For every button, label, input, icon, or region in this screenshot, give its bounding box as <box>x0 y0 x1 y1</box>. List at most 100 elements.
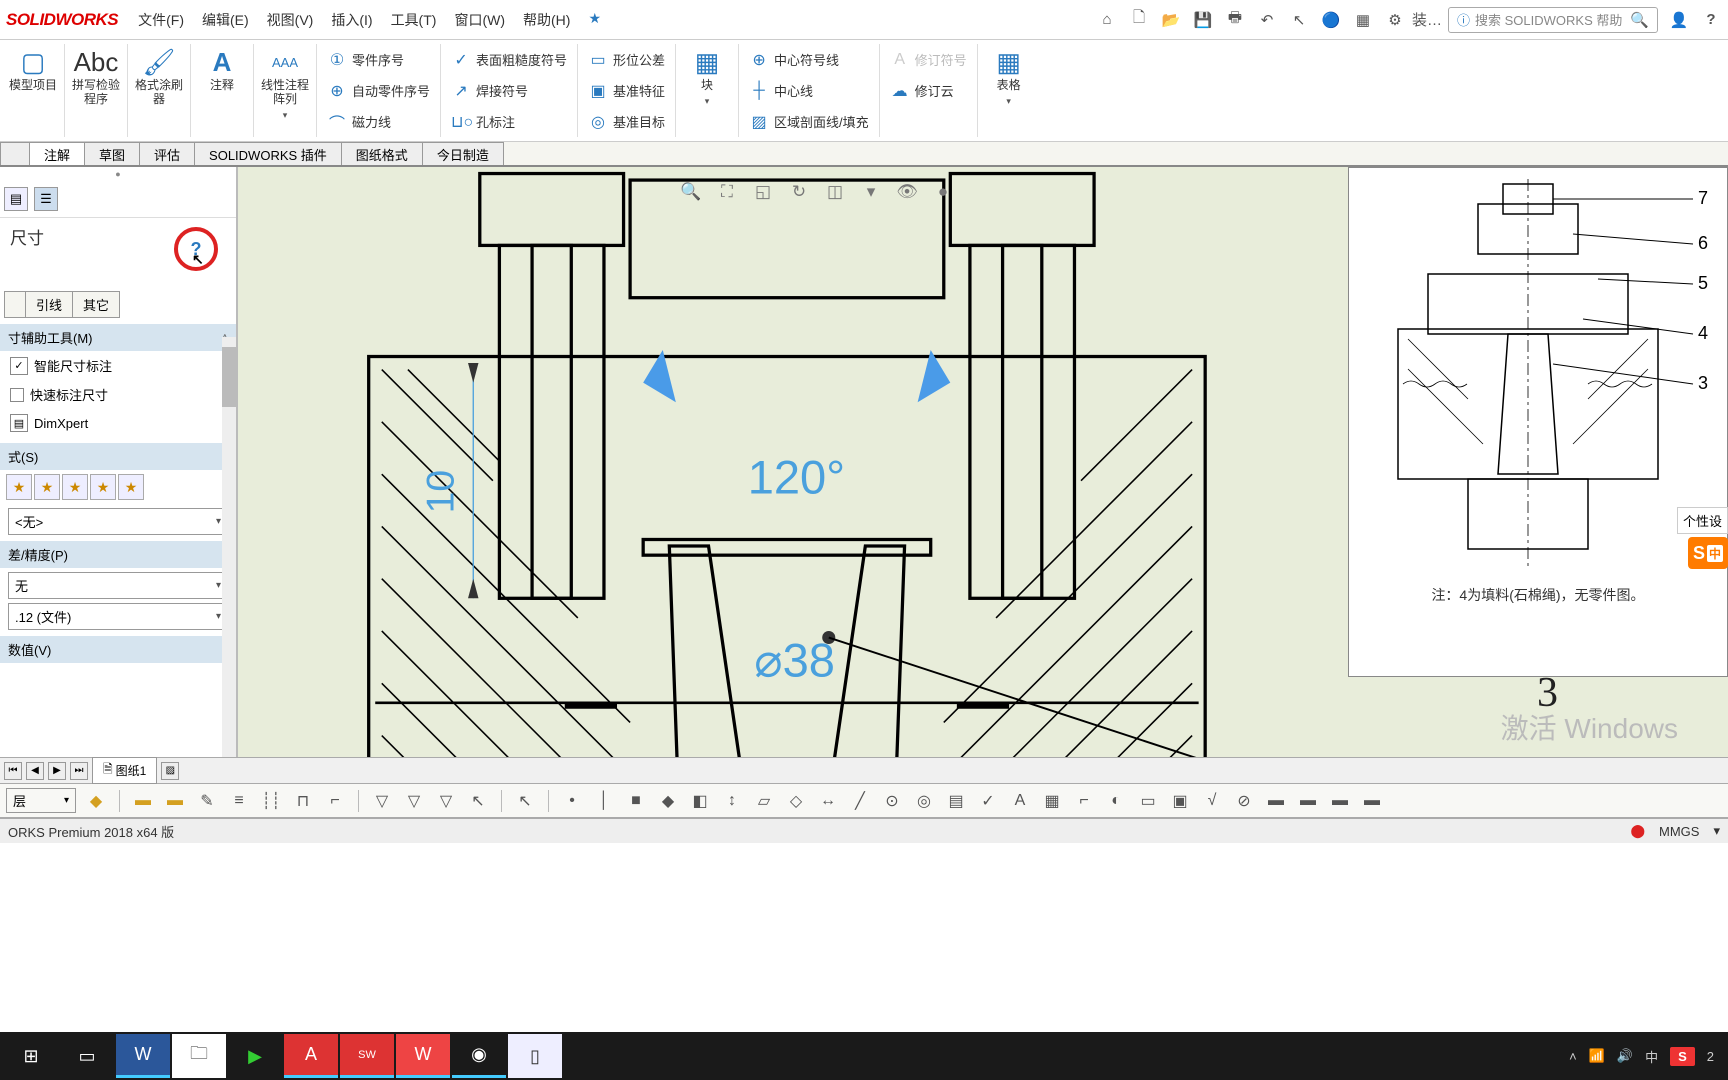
line-thick-icon[interactable]: ✎ <box>195 789 219 813</box>
reference-image-panel[interactable]: 7 6 5 4 3 注：4为填料(石棉绳)，无零件图。 <box>1348 167 1728 677</box>
menu-star-icon[interactable]: ★ <box>588 10 601 30</box>
side-tab-props[interactable]: ☰ <box>34 187 58 211</box>
magnetic-line-button[interactable]: ⌒磁力线 <box>323 108 434 135</box>
hole-callout-button[interactable]: ⊔○孔标注 <box>447 108 571 135</box>
menu-tools[interactable]: 工具(T) <box>391 10 437 30</box>
status-stop-icon[interactable]: ⬤ <box>1630 823 1645 839</box>
rtab-today[interactable]: 今日制造 <box>422 142 504 165</box>
weld-snap-icon[interactable]: ⌐ <box>1072 789 1096 813</box>
surf-snap-icon[interactable]: ✓ <box>976 789 1000 813</box>
select-icon[interactable]: ↖ <box>1288 9 1310 31</box>
line-color2-icon[interactable]: ▬ <box>163 789 187 813</box>
sub-tab-leader[interactable]: 引线 <box>25 291 73 318</box>
block-button[interactable]: ▦块▾ <box>682 44 732 107</box>
rebuild-icon[interactable]: 🔵 <box>1320 9 1342 31</box>
dimxpert-item[interactable]: ▤DimXpert <box>0 409 236 437</box>
status-more[interactable]: ▾ <box>1713 823 1720 839</box>
ime-popup[interactable]: 个性设 <box>1677 507 1728 534</box>
centerline-button[interactable]: ┼中心线 <box>745 77 873 104</box>
sub-tab-other[interactable]: 其它 <box>72 291 120 318</box>
layer-dropdown[interactable]: 层▾ <box>6 788 76 813</box>
add-sheet-icon[interactable]: ▨ <box>161 762 179 780</box>
sheet-prev-icon[interactable]: ◀ <box>26 762 44 780</box>
section-precision[interactable]: 差/精度(P)˄ <box>0 541 236 568</box>
precision-dropdown-2[interactable]: .12 (文件)▾ <box>8 603 228 630</box>
menu-insert[interactable]: 插入(I) <box>331 10 372 30</box>
smart-dimension-item[interactable]: ✓智能尺寸标注 <box>0 351 236 380</box>
revision-cloud-button[interactable]: ☁修订云 <box>886 77 971 104</box>
notepad-icon[interactable]: ▯ <box>508 1034 562 1078</box>
user-icon[interactable]: 👤 <box>1668 9 1690 31</box>
line-color-icon[interactable]: ▬ <box>131 789 155 813</box>
auto-balloon-button[interactable]: ⊕自动零件序号 <box>323 77 434 104</box>
tray-up-icon[interactable]: ˄ <box>1569 1049 1577 1064</box>
more3-icon[interactable]: ▬ <box>1328 789 1352 813</box>
assembly-extra[interactable]: 装… <box>1416 9 1438 31</box>
drawing-canvas[interactable]: 🔍 ⛶ ◱ ↻ ◫ ▾ 👁 ● <box>238 167 1728 757</box>
gear-icon[interactable]: ⚙ <box>1384 9 1406 31</box>
note-button[interactable]: A注释 <box>197 44 247 93</box>
format-painter-button[interactable]: 🖌格式涂刷器 <box>134 44 184 107</box>
volume-icon[interactable]: 🔊 <box>1617 1048 1633 1064</box>
sheet-last-icon[interactable]: ⏭ <box>70 762 88 780</box>
geometric-tolerance-button[interactable]: ▭形位公差 <box>584 46 669 73</box>
note-snap-icon[interactable]: ▤ <box>944 789 968 813</box>
menu-view[interactable]: 视图(V) <box>267 10 314 30</box>
datum-snap-icon[interactable]: ▣ <box>1168 789 1192 813</box>
dowel-snap-icon[interactable]: ◐ <box>1104 789 1128 813</box>
sogou-tray-icon[interactable]: S <box>1670 1047 1695 1066</box>
model-items-button[interactable]: ▢模型项目 <box>8 44 58 93</box>
sf-snap-icon[interactable]: √ <box>1200 789 1224 813</box>
tables-button[interactable]: ▦表格▾ <box>984 44 1034 107</box>
center-mark-button[interactable]: ⊕中心符号线 <box>745 46 873 73</box>
rtab-sketch[interactable]: 草图 <box>84 142 140 165</box>
more2-icon[interactable]: ▬ <box>1296 789 1320 813</box>
block-snap-icon[interactable]: ▦ <box>1040 789 1064 813</box>
datum-feature-button[interactable]: ▣基准特征 <box>584 77 669 104</box>
save-icon[interactable]: 💾 <box>1192 9 1214 31</box>
more4-icon[interactable]: ▬ <box>1360 789 1384 813</box>
line-snap-icon[interactable]: │ <box>592 789 616 813</box>
style-star5-icon[interactable]: ★ <box>118 474 144 500</box>
rtab-evaluate[interactable]: 评估 <box>139 142 195 165</box>
point-snap-icon[interactable]: • <box>560 789 584 813</box>
undo-icon[interactable]: ↶ <box>1256 9 1278 31</box>
section-icon[interactable]: ◫ <box>822 179 848 205</box>
rtab-annotation[interactable]: 注解 <box>29 142 85 165</box>
datum-target-button[interactable]: ◎基准目标 <box>584 108 669 135</box>
vertex-snap-icon[interactable]: ⊙ <box>880 789 904 813</box>
scene-icon[interactable]: ● <box>930 179 956 205</box>
network-icon[interactable]: 📶 <box>1589 1048 1605 1064</box>
style-star4-icon[interactable]: ★ <box>90 474 116 500</box>
zoom-area-icon[interactable]: ⛶ <box>714 179 740 205</box>
rtab-sheetformat[interactable]: 图纸格式 <box>341 142 423 165</box>
cube-snap-icon[interactable]: ◧ <box>688 789 712 813</box>
gtol-snap-icon[interactable]: ▭ <box>1136 789 1160 813</box>
menu-window[interactable]: 窗口(W) <box>454 10 505 30</box>
recorder-icon[interactable]: ◉ <box>452 1034 506 1078</box>
sheet-first-icon[interactable]: ⏮ <box>4 762 22 780</box>
file-explorer-icon[interactable]: 🗀 <box>172 1034 226 1078</box>
new-icon[interactable]: 🗋 <box>1128 9 1150 31</box>
panel-scrollbar[interactable] <box>222 337 236 757</box>
balloon-button[interactable]: ①零件序号 <box>323 46 434 73</box>
line-angle-icon[interactable]: ⌐ <box>323 789 347 813</box>
sub-tab-pre[interactable] <box>4 291 26 318</box>
autocad-icon[interactable]: A <box>284 1034 338 1078</box>
rotate-icon[interactable]: ↻ <box>786 179 812 205</box>
menu-file[interactable]: 文件(F) <box>138 10 184 30</box>
sheet-next-icon[interactable]: ▶ <box>48 762 66 780</box>
rapid-dimension-item[interactable]: 快速标注尺寸 <box>0 380 236 409</box>
help-button-highlighted[interactable]: ?↖ <box>174 227 218 271</box>
style-star3-icon[interactable]: ★ <box>62 474 88 500</box>
open-icon[interactable]: 📂 <box>1160 9 1182 31</box>
media-player-icon[interactable]: ▶ <box>228 1034 282 1078</box>
cthread-snap-icon[interactable]: ⊘ <box>1232 789 1256 813</box>
face-snap-icon[interactable]: ■ <box>624 789 648 813</box>
style-star2-icon[interactable]: ★ <box>34 474 60 500</box>
linear-pattern-button[interactable]: AAA线性注程阵列▾ <box>260 44 310 121</box>
plane-snap-icon[interactable]: ▱ <box>752 789 776 813</box>
precision-dropdown-1[interactable]: 无▾ <box>8 572 228 599</box>
taskview-icon[interactable]: ▭ <box>60 1034 114 1078</box>
hide-show-icon[interactable]: 👁 <box>894 179 920 205</box>
